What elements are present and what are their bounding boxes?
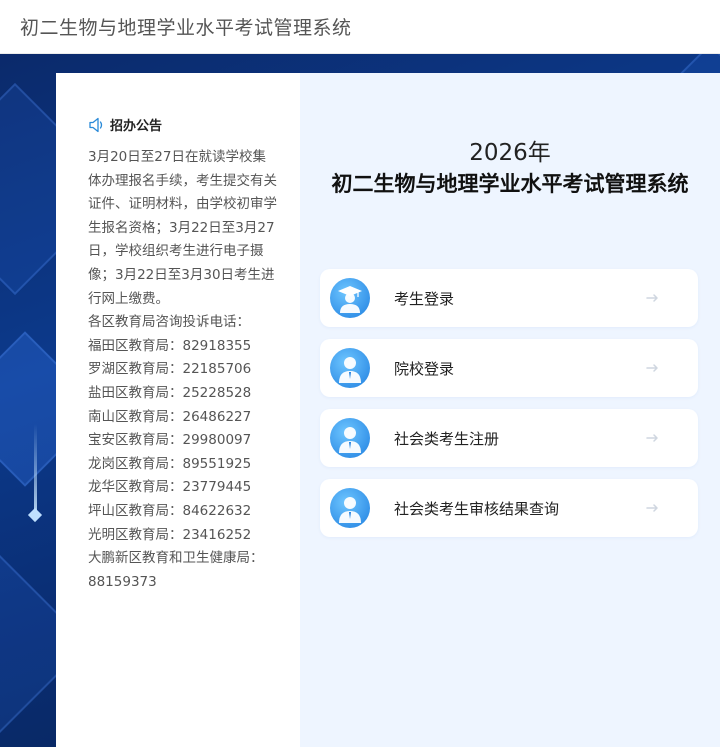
notice-header: 招办公告 — [88, 115, 278, 134]
login-section: 2026年 初二生物与地理学业水平考试管理系统 考生登录 院校登录 社会类考生注… — [300, 73, 720, 747]
notice-paragraph: 光明区教育局：23416252 — [88, 526, 252, 543]
person-avatar-icon — [330, 418, 370, 458]
notice-paragraph: 各区教育局咨询投诉电话： — [88, 314, 250, 331]
entry-list: 考生登录 院校登录 社会类考生注册 社会类考生审核结果查询 — [320, 269, 698, 549]
arrow-right-icon — [646, 364, 658, 372]
notice-body: 3月20日至27日在就读学校集体办理报名手续，考生提交有关证件、证明材料，由学校… — [88, 146, 278, 594]
entry-label: 院校登录 — [394, 359, 455, 378]
speaker-icon — [89, 117, 103, 132]
social-register-button[interactable]: 社会类考生注册 — [320, 409, 698, 467]
graduate-avatar-icon — [330, 278, 370, 318]
arrow-right-icon — [646, 434, 658, 442]
exam-year: 2026年 — [469, 140, 551, 166]
arrow-right-icon — [646, 294, 658, 302]
bg-light-beam — [34, 424, 37, 514]
school-login-button[interactable]: 院校登录 — [320, 339, 698, 397]
arrow-right-icon — [646, 504, 658, 512]
notice-paragraph: 罗湖区教育局：22185706 — [88, 361, 252, 378]
notice-paragraph: 宝安区教育局：29980097 — [88, 432, 252, 449]
entry-label: 社会类考生审核结果查询 — [394, 499, 560, 518]
notice-paragraph: 盐田区教育局：25228528 — [88, 384, 252, 401]
notice-paragraph: 坪山区教育局：84622632 — [88, 502, 252, 519]
notice-paragraph: 龙岗区教育局：89551925 — [88, 455, 252, 472]
notice-paragraph: 3月20日至27日在就读学校集体办理报名手续，考生提交有关证件、证明材料，由学校… — [88, 149, 277, 307]
person-avatar-icon — [330, 348, 370, 388]
system-title: 初二生物与地理学业水平考试管理系统 — [331, 172, 689, 196]
content-panel: 招办公告 3月20日至27日在就读学校集体办理报名手续，考生提交有关证件、证明材… — [56, 73, 720, 747]
social-review-query-button[interactable]: 社会类考生审核结果查询 — [320, 479, 698, 537]
entry-label: 社会类考生注册 — [394, 429, 500, 448]
notice-title: 招办公告 — [110, 119, 163, 134]
top-bar: 初二生物与地理学业水平考试管理系统 — [0, 0, 720, 54]
person-avatar-icon — [330, 488, 370, 528]
student-login-button[interactable]: 考生登录 — [320, 269, 698, 327]
app-title: 初二生物与地理学业水平考试管理系统 — [20, 17, 352, 39]
bg-light-diamond — [27, 507, 43, 523]
notice-paragraph: 南山区教育局：26486227 — [88, 408, 252, 425]
notice-paragraph: 龙华区教育局：23779445 — [88, 479, 252, 496]
entry-label: 考生登录 — [394, 289, 455, 308]
notice-paragraph: 福田区教育局：82918355 — [88, 337, 252, 354]
notice-section: 招办公告 3月20日至27日在就读学校集体办理报名手续，考生提交有关证件、证明材… — [56, 73, 300, 747]
notice-paragraph: 大鹏新区教育和卫生健康局：88159373 — [88, 550, 264, 590]
